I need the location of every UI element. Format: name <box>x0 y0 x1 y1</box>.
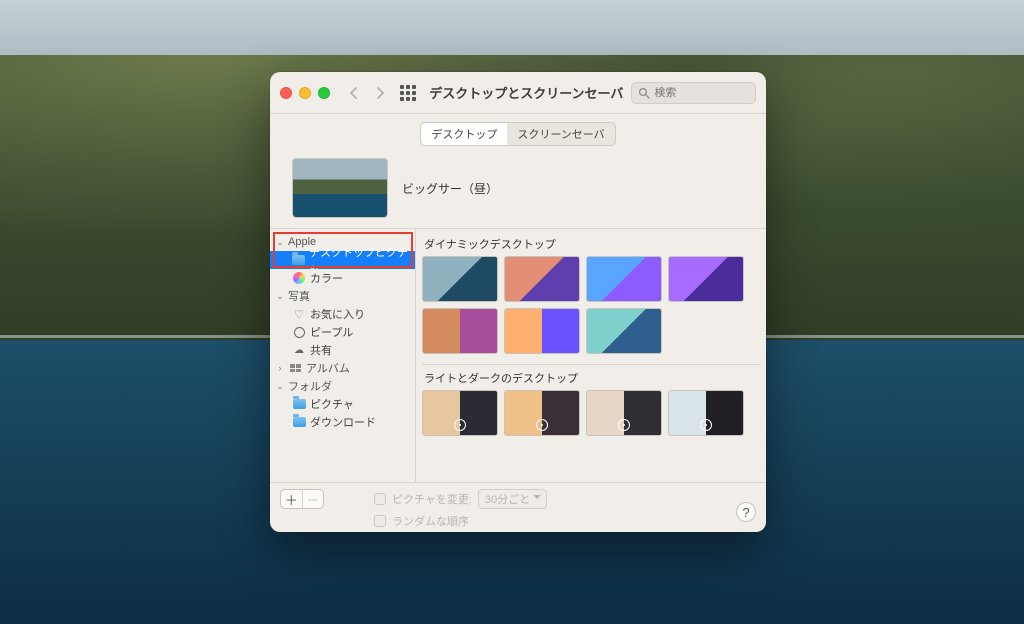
close-button[interactable] <box>280 87 292 99</box>
appearance-icon <box>536 419 548 431</box>
chevron-right-icon: › <box>276 363 284 373</box>
search-field[interactable] <box>631 82 756 104</box>
bottom-bar: ＋ － ピクチャを変更: 30分ごと ランダムな順序 ? <box>270 482 766 532</box>
tab-screensaver[interactable]: スクリーンセーバ <box>507 123 614 145</box>
search-icon <box>638 87 650 99</box>
wallpaper-thumb[interactable] <box>586 390 662 436</box>
help-button[interactable]: ? <box>736 502 756 522</box>
sidebar-item-downloads[interactable]: ダウンロード <box>270 413 415 431</box>
remove-folder-button: － <box>303 490 324 509</box>
chevron-down-icon: ⌄ <box>276 291 284 302</box>
random-order-label: ランダムな順序 <box>392 513 469 529</box>
appearance-icon <box>700 419 712 431</box>
wallpaper-thumb[interactable] <box>586 256 662 302</box>
cloud-icon: ☁ <box>292 344 306 356</box>
back-button[interactable] <box>344 83 363 103</box>
titlebar: デスクトップとスクリーンセーバ <box>270 72 766 114</box>
folder-icon <box>292 254 305 266</box>
sidebar-item-pictures[interactable]: ピクチャ <box>270 395 415 413</box>
sidebar-group-albums[interactable]: › アルバム <box>270 359 415 377</box>
tab-desktop[interactable]: デスクトップ <box>421 123 507 145</box>
folder-icon <box>292 398 306 410</box>
section-dynamic-title: ダイナミックデスクトップ <box>422 233 760 256</box>
wallpaper-thumb[interactable] <box>504 390 580 436</box>
change-picture-checkbox[interactable] <box>374 493 386 505</box>
search-input[interactable] <box>654 87 749 99</box>
people-icon <box>292 326 306 338</box>
wallpaper-thumb[interactable] <box>668 390 744 436</box>
grid-icon <box>288 362 302 374</box>
section-lightdark-title: ライトとダークのデスクトップ <box>422 367 760 390</box>
sidebar-item-people[interactable]: ピープル <box>270 323 415 341</box>
tab-row: デスクトップ スクリーンセーバ <box>270 114 766 152</box>
grid-icon <box>400 85 416 101</box>
minimize-button[interactable] <box>299 87 311 99</box>
preferences-window: デスクトップとスクリーンセーバ デスクトップ スクリーンセーバ ビッグサー（昼）… <box>270 72 766 532</box>
current-wallpaper-thumb[interactable] <box>292 158 388 218</box>
appearance-icon <box>454 419 466 431</box>
zoom-button[interactable] <box>318 87 330 99</box>
chevron-right-icon <box>376 87 385 99</box>
folder-icon <box>292 416 306 428</box>
wallpaper-thumb[interactable] <box>668 256 744 302</box>
sidebar-item-shared[interactable]: ☁ 共有 <box>270 341 415 359</box>
wallpaper-thumb[interactable] <box>422 256 498 302</box>
interval-select[interactable]: 30分ごと <box>478 489 547 509</box>
color-icon <box>292 272 306 284</box>
sidebar-item-favorites[interactable]: ♡ お気に入り <box>270 305 415 323</box>
wallpaper-gallery: ダイナミックデスクトップ ライトとダークのデスクトップ <box>416 229 766 482</box>
forward-button[interactable] <box>371 83 390 103</box>
sidebar-item-desktop-pictures[interactable]: デスクトップピクチャ <box>270 251 415 269</box>
appearance-icon <box>618 419 630 431</box>
current-wallpaper-row: ビッグサー（昼） <box>270 152 766 228</box>
change-picture-label: ピクチャを変更: <box>392 491 472 507</box>
heart-icon: ♡ <box>292 308 306 320</box>
wallpaper-thumb[interactable] <box>504 308 580 354</box>
add-remove-control: ＋ － <box>280 489 324 509</box>
sidebar-group-photos[interactable]: ⌄ 写真 <box>270 287 415 305</box>
chevron-down-icon: ⌄ <box>276 237 284 248</box>
chevron-down-icon: ⌄ <box>276 381 284 392</box>
wallpaper-thumb[interactable] <box>422 390 498 436</box>
wallpaper-thumb[interactable] <box>504 256 580 302</box>
wallpaper-thumb[interactable] <box>586 308 662 354</box>
current-wallpaper-name: ビッグサー（昼） <box>402 180 498 197</box>
random-order-checkbox[interactable] <box>374 515 386 527</box>
add-folder-button[interactable]: ＋ <box>281 490 302 509</box>
wallpaper-thumb[interactable] <box>422 308 498 354</box>
source-sidebar: ⌄ Apple デスクトップピクチャ カラー ⌄ 写真 ♡ お気に入り ピー <box>270 229 416 482</box>
chevron-left-icon <box>349 87 358 99</box>
show-all-button[interactable] <box>398 83 417 103</box>
window-title: デスクトップとスクリーンセーバ <box>429 83 623 102</box>
window-controls <box>280 87 330 99</box>
sidebar-group-folders[interactable]: ⌄ フォルダ <box>270 377 415 395</box>
